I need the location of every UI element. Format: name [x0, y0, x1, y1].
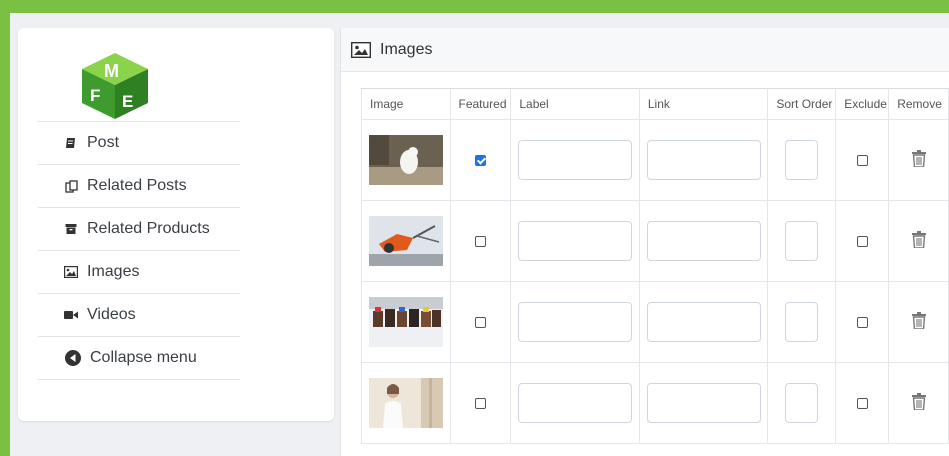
svg-text:F: F: [90, 86, 100, 105]
sort-order-input[interactable]: [785, 140, 819, 180]
image-cell: [361, 281, 451, 363]
featured-cell: [449, 119, 512, 201]
table-header-row: Image Featured Label Link Sort Order Exc…: [361, 88, 949, 120]
image-icon: [64, 265, 78, 279]
svg-text:M: M: [104, 61, 119, 81]
exclude-checkbox[interactable]: [856, 236, 868, 248]
column-header-link: Link: [638, 88, 769, 120]
content-area: M F E Post Related Posts Related Product…: [10, 13, 949, 456]
sidebar: M F E Post Related Posts Related Product…: [18, 28, 334, 421]
featured-checkbox[interactable]: [474, 317, 486, 329]
featured-cell: [449, 200, 512, 282]
orange-robot-photo: [368, 216, 443, 266]
sort-order-cell: [767, 119, 837, 201]
sidebar-item-label: Videos: [87, 306, 136, 323]
exclude-checkbox[interactable]: [856, 317, 868, 329]
archive-icon: [64, 222, 78, 236]
sidebar-item-related-posts[interactable]: Related Posts: [38, 165, 240, 208]
related-posts-icon: [64, 179, 78, 193]
snowy-owl-photo: [368, 135, 443, 185]
exclude-checkbox[interactable]: [856, 398, 868, 410]
column-header-sort-order: Sort Order: [767, 88, 837, 120]
label-input[interactable]: [518, 302, 633, 342]
collapse-menu-button[interactable]: Collapse menu: [38, 337, 240, 380]
featured-cell: [449, 362, 512, 444]
svg-text:E: E: [122, 92, 133, 111]
remove-cell: [888, 200, 949, 282]
video-icon: [64, 308, 78, 322]
image-icon: [351, 41, 371, 58]
table-row: [361, 281, 949, 363]
sidebar-item-post[interactable]: Post: [38, 122, 240, 165]
sort-order-cell: [767, 362, 837, 444]
exclude-checkbox[interactable]: [856, 155, 868, 167]
collapse-circle-icon: [64, 350, 81, 367]
image-cell: [361, 119, 451, 201]
link-input[interactable]: [646, 302, 761, 342]
column-header-label: Label: [510, 88, 640, 120]
trash-icon[interactable]: [911, 150, 926, 170]
exclude-cell: [835, 281, 890, 363]
column-header-remove: Remove: [888, 88, 949, 120]
label-input[interactable]: [518, 221, 633, 261]
link-input[interactable]: [646, 140, 761, 180]
link-cell: [638, 119, 769, 201]
trash-icon[interactable]: [911, 312, 926, 332]
featured-checkbox[interactable]: [474, 155, 486, 167]
horse-race-photo: [368, 297, 443, 347]
sort-order-input[interactable]: [785, 221, 819, 261]
exclude-cell: [835, 200, 890, 282]
sort-order-cell: [767, 200, 837, 282]
remove-cell: [888, 119, 949, 201]
sidebar-item-label: Images: [87, 263, 140, 280]
sort-order-input[interactable]: [785, 302, 819, 342]
image-cell: [361, 362, 451, 444]
panel-header: Images: [341, 28, 949, 72]
panel-title: Images: [380, 40, 433, 58]
fme-logo: M F E: [78, 51, 153, 121]
column-header-featured: Featured: [449, 88, 512, 120]
woman-portrait-photo: [368, 378, 443, 428]
remove-cell: [888, 362, 949, 444]
sort-order-cell: [767, 281, 837, 363]
sort-order-input[interactable]: [785, 383, 819, 423]
label-input[interactable]: [518, 140, 633, 180]
sidebar-item-images[interactable]: Images: [38, 251, 240, 294]
featured-checkbox[interactable]: [474, 398, 486, 410]
table-row: [361, 362, 949, 444]
sidebar-item-label: Post: [87, 134, 120, 151]
sidebar-item-label: Related Posts: [87, 177, 187, 194]
sidebar-item-label: Related Products: [87, 220, 210, 237]
link-cell: [638, 362, 769, 444]
link-cell: [638, 200, 769, 282]
post-icon: [64, 136, 78, 150]
label-input[interactable]: [518, 383, 633, 423]
remove-cell: [888, 281, 949, 363]
link-input[interactable]: [646, 221, 761, 261]
images-table: Image Featured Label Link Sort Order Exc…: [361, 88, 949, 444]
column-header-image: Image: [361, 88, 451, 120]
trash-icon[interactable]: [911, 393, 926, 413]
sidebar-item-videos[interactable]: Videos: [38, 294, 240, 337]
link-input[interactable]: [646, 383, 761, 423]
trash-icon[interactable]: [911, 231, 926, 251]
exclude-cell: [835, 362, 890, 444]
featured-cell: [449, 281, 512, 363]
label-cell: [510, 200, 640, 282]
link-cell: [638, 281, 769, 363]
label-cell: [510, 362, 640, 444]
table-row: [361, 200, 949, 282]
images-panel: Images Image Featured Label Link Sort Or…: [340, 28, 949, 456]
sidebar-item-related-products[interactable]: Related Products: [38, 208, 240, 251]
label-cell: [510, 119, 640, 201]
label-cell: [510, 281, 640, 363]
image-cell: [361, 200, 451, 282]
featured-checkbox[interactable]: [474, 236, 486, 248]
exclude-cell: [835, 119, 890, 201]
table-row: [361, 119, 949, 201]
column-header-exclude: Exclude: [835, 88, 890, 120]
collapse-menu-label: Collapse menu: [90, 349, 197, 366]
sidebar-menu: Post Related Posts Related Products Imag…: [38, 121, 240, 380]
